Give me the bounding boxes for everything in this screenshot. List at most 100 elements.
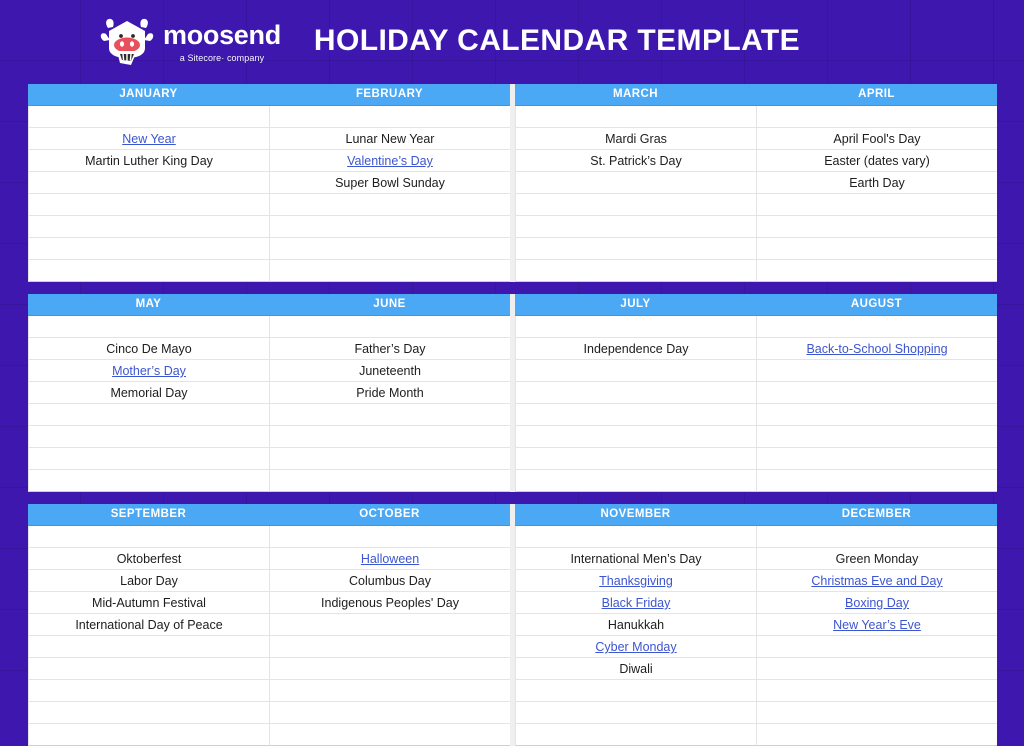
empty-cell xyxy=(515,382,756,404)
empty-cell xyxy=(515,238,756,260)
holiday-cell: Mid-Autumn Festival xyxy=(28,592,269,614)
holiday-cell: Easter (dates vary) xyxy=(756,150,997,172)
empty-cell xyxy=(756,526,997,548)
month-column-november: NOVEMBER International Men’s Day Thanksgiv… xyxy=(515,504,756,746)
month-header: JULY xyxy=(515,294,756,316)
empty-cell xyxy=(269,470,510,492)
empty-cell xyxy=(515,680,756,702)
month-column-october: OCTOBER Halloween Columbus Day Indigenous P… xyxy=(269,504,510,746)
holiday-cell[interactable]: New Year’s Eve xyxy=(756,614,997,636)
page-title: HOLIDAY CALENDAR TEMPLATE xyxy=(313,23,801,57)
holiday-cell[interactable]: Christmas Eve and Day xyxy=(756,570,997,592)
holiday-link[interactable]: Thanksgiving xyxy=(599,574,673,588)
holiday-link[interactable]: New Year’s Eve xyxy=(833,618,921,632)
month-column-january: JANUARY New Year Martin Luther King Day xyxy=(28,84,269,282)
empty-cell xyxy=(756,316,997,338)
holiday-cell: Martin Luther King Day xyxy=(28,150,269,172)
empty-cell xyxy=(515,702,756,724)
holiday-link[interactable]: Mother’s Day xyxy=(112,364,186,378)
empty-cell xyxy=(515,404,756,426)
brand-tagline: a Sitecore· company xyxy=(179,52,265,63)
holiday-cell[interactable]: Thanksgiving xyxy=(515,570,756,592)
empty-cell xyxy=(28,172,269,194)
month-column-september: SEPTEMBER Oktoberfest Labor Day Mid-Autumn … xyxy=(28,504,269,746)
holiday-cell: Pride Month xyxy=(269,382,510,404)
calendar-section: MAY Cinco De Mayo Mother’s Day Memorial Day… xyxy=(28,294,997,492)
empty-cell xyxy=(756,702,997,724)
month-header: OCTOBER xyxy=(269,504,510,526)
empty-cell xyxy=(269,216,510,238)
holiday-cell: Hanukkah xyxy=(515,614,756,636)
empty-cell xyxy=(515,526,756,548)
holiday-cell: Diwali xyxy=(515,658,756,680)
holiday-link[interactable]: Christmas Eve and Day xyxy=(811,574,942,588)
empty-cell xyxy=(515,194,756,216)
empty-cell xyxy=(269,702,510,724)
empty-cell xyxy=(756,658,997,680)
empty-cell xyxy=(28,636,269,658)
empty-cell xyxy=(515,106,756,128)
empty-cell xyxy=(515,426,756,448)
empty-cell xyxy=(515,470,756,492)
month-header: APRIL xyxy=(756,84,997,106)
empty-cell xyxy=(28,658,269,680)
empty-cell xyxy=(515,360,756,382)
holiday-link[interactable]: Halloween xyxy=(361,552,419,566)
month-column-march: MARCH Mardi Gras St. Patrick’s Day xyxy=(515,84,756,282)
empty-cell xyxy=(28,316,269,338)
holiday-link[interactable]: Cyber Monday xyxy=(595,640,676,654)
holiday-cell[interactable]: Halloween xyxy=(269,548,510,570)
month-header: DECEMBER xyxy=(756,504,997,526)
holiday-link[interactable]: Valentine’s Day xyxy=(347,154,433,168)
month-column-july: JULY Independence Day xyxy=(515,294,756,492)
moosend-logo[interactable]: moosend a Sitecore· company xyxy=(98,15,281,67)
holiday-link[interactable]: New Year xyxy=(122,132,176,146)
empty-cell xyxy=(269,636,510,658)
holiday-cell[interactable]: Cyber Monday xyxy=(515,636,756,658)
holiday-link[interactable]: Back-to-School Shopping xyxy=(806,342,947,356)
holiday-cell: Super Bowl Sunday xyxy=(269,172,510,194)
empty-cell xyxy=(28,702,269,724)
empty-cell xyxy=(756,106,997,128)
empty-cell xyxy=(28,526,269,548)
calendar-section: SEPTEMBER Oktoberfest Labor Day Mid-Autumn … xyxy=(28,504,997,746)
empty-cell xyxy=(756,448,997,470)
holiday-cell[interactable]: Back-to-School Shopping xyxy=(756,338,997,360)
empty-cell xyxy=(269,614,510,636)
holiday-cell[interactable]: New Year xyxy=(28,128,269,150)
holiday-cell: Columbus Day xyxy=(269,570,510,592)
empty-cell xyxy=(515,724,756,746)
empty-cell xyxy=(28,404,269,426)
holiday-cell: Earth Day xyxy=(756,172,997,194)
empty-cell xyxy=(28,238,269,260)
month-column-february: FEBRUARY Lunar New Year Valentine’s Day Sup… xyxy=(269,84,510,282)
calendar-page: moosend a Sitecore· company HOLIDAY CALE… xyxy=(0,0,1024,746)
empty-cell xyxy=(269,448,510,470)
month-header: AUGUST xyxy=(756,294,997,316)
empty-cell xyxy=(269,194,510,216)
empty-cell xyxy=(756,382,997,404)
empty-cell xyxy=(269,404,510,426)
holiday-cell: St. Patrick’s Day xyxy=(515,150,756,172)
empty-cell xyxy=(269,724,510,746)
holiday-cell[interactable]: Boxing Day xyxy=(756,592,997,614)
empty-cell xyxy=(269,658,510,680)
holiday-cell[interactable]: Mother’s Day xyxy=(28,360,269,382)
month-header: NOVEMBER xyxy=(515,504,756,526)
month-header: MARCH xyxy=(515,84,756,106)
holiday-link[interactable]: Boxing Day xyxy=(845,596,909,610)
holiday-cell[interactable]: Valentine’s Day xyxy=(269,150,510,172)
month-column-august: AUGUST Back-to-School Shopping xyxy=(756,294,997,492)
calendar-section: JANUARY New Year Martin Luther King Day FEB… xyxy=(28,84,997,282)
empty-cell xyxy=(269,526,510,548)
empty-cell xyxy=(28,448,269,470)
month-header: FEBRUARY xyxy=(269,84,510,106)
holiday-cell[interactable]: Black Friday xyxy=(515,592,756,614)
empty-cell xyxy=(28,194,269,216)
empty-cell xyxy=(756,426,997,448)
month-header: JANUARY xyxy=(28,84,269,106)
holiday-link[interactable]: Black Friday xyxy=(602,596,671,610)
holiday-cell: Oktoberfest xyxy=(28,548,269,570)
empty-cell xyxy=(269,680,510,702)
empty-cell xyxy=(28,260,269,282)
